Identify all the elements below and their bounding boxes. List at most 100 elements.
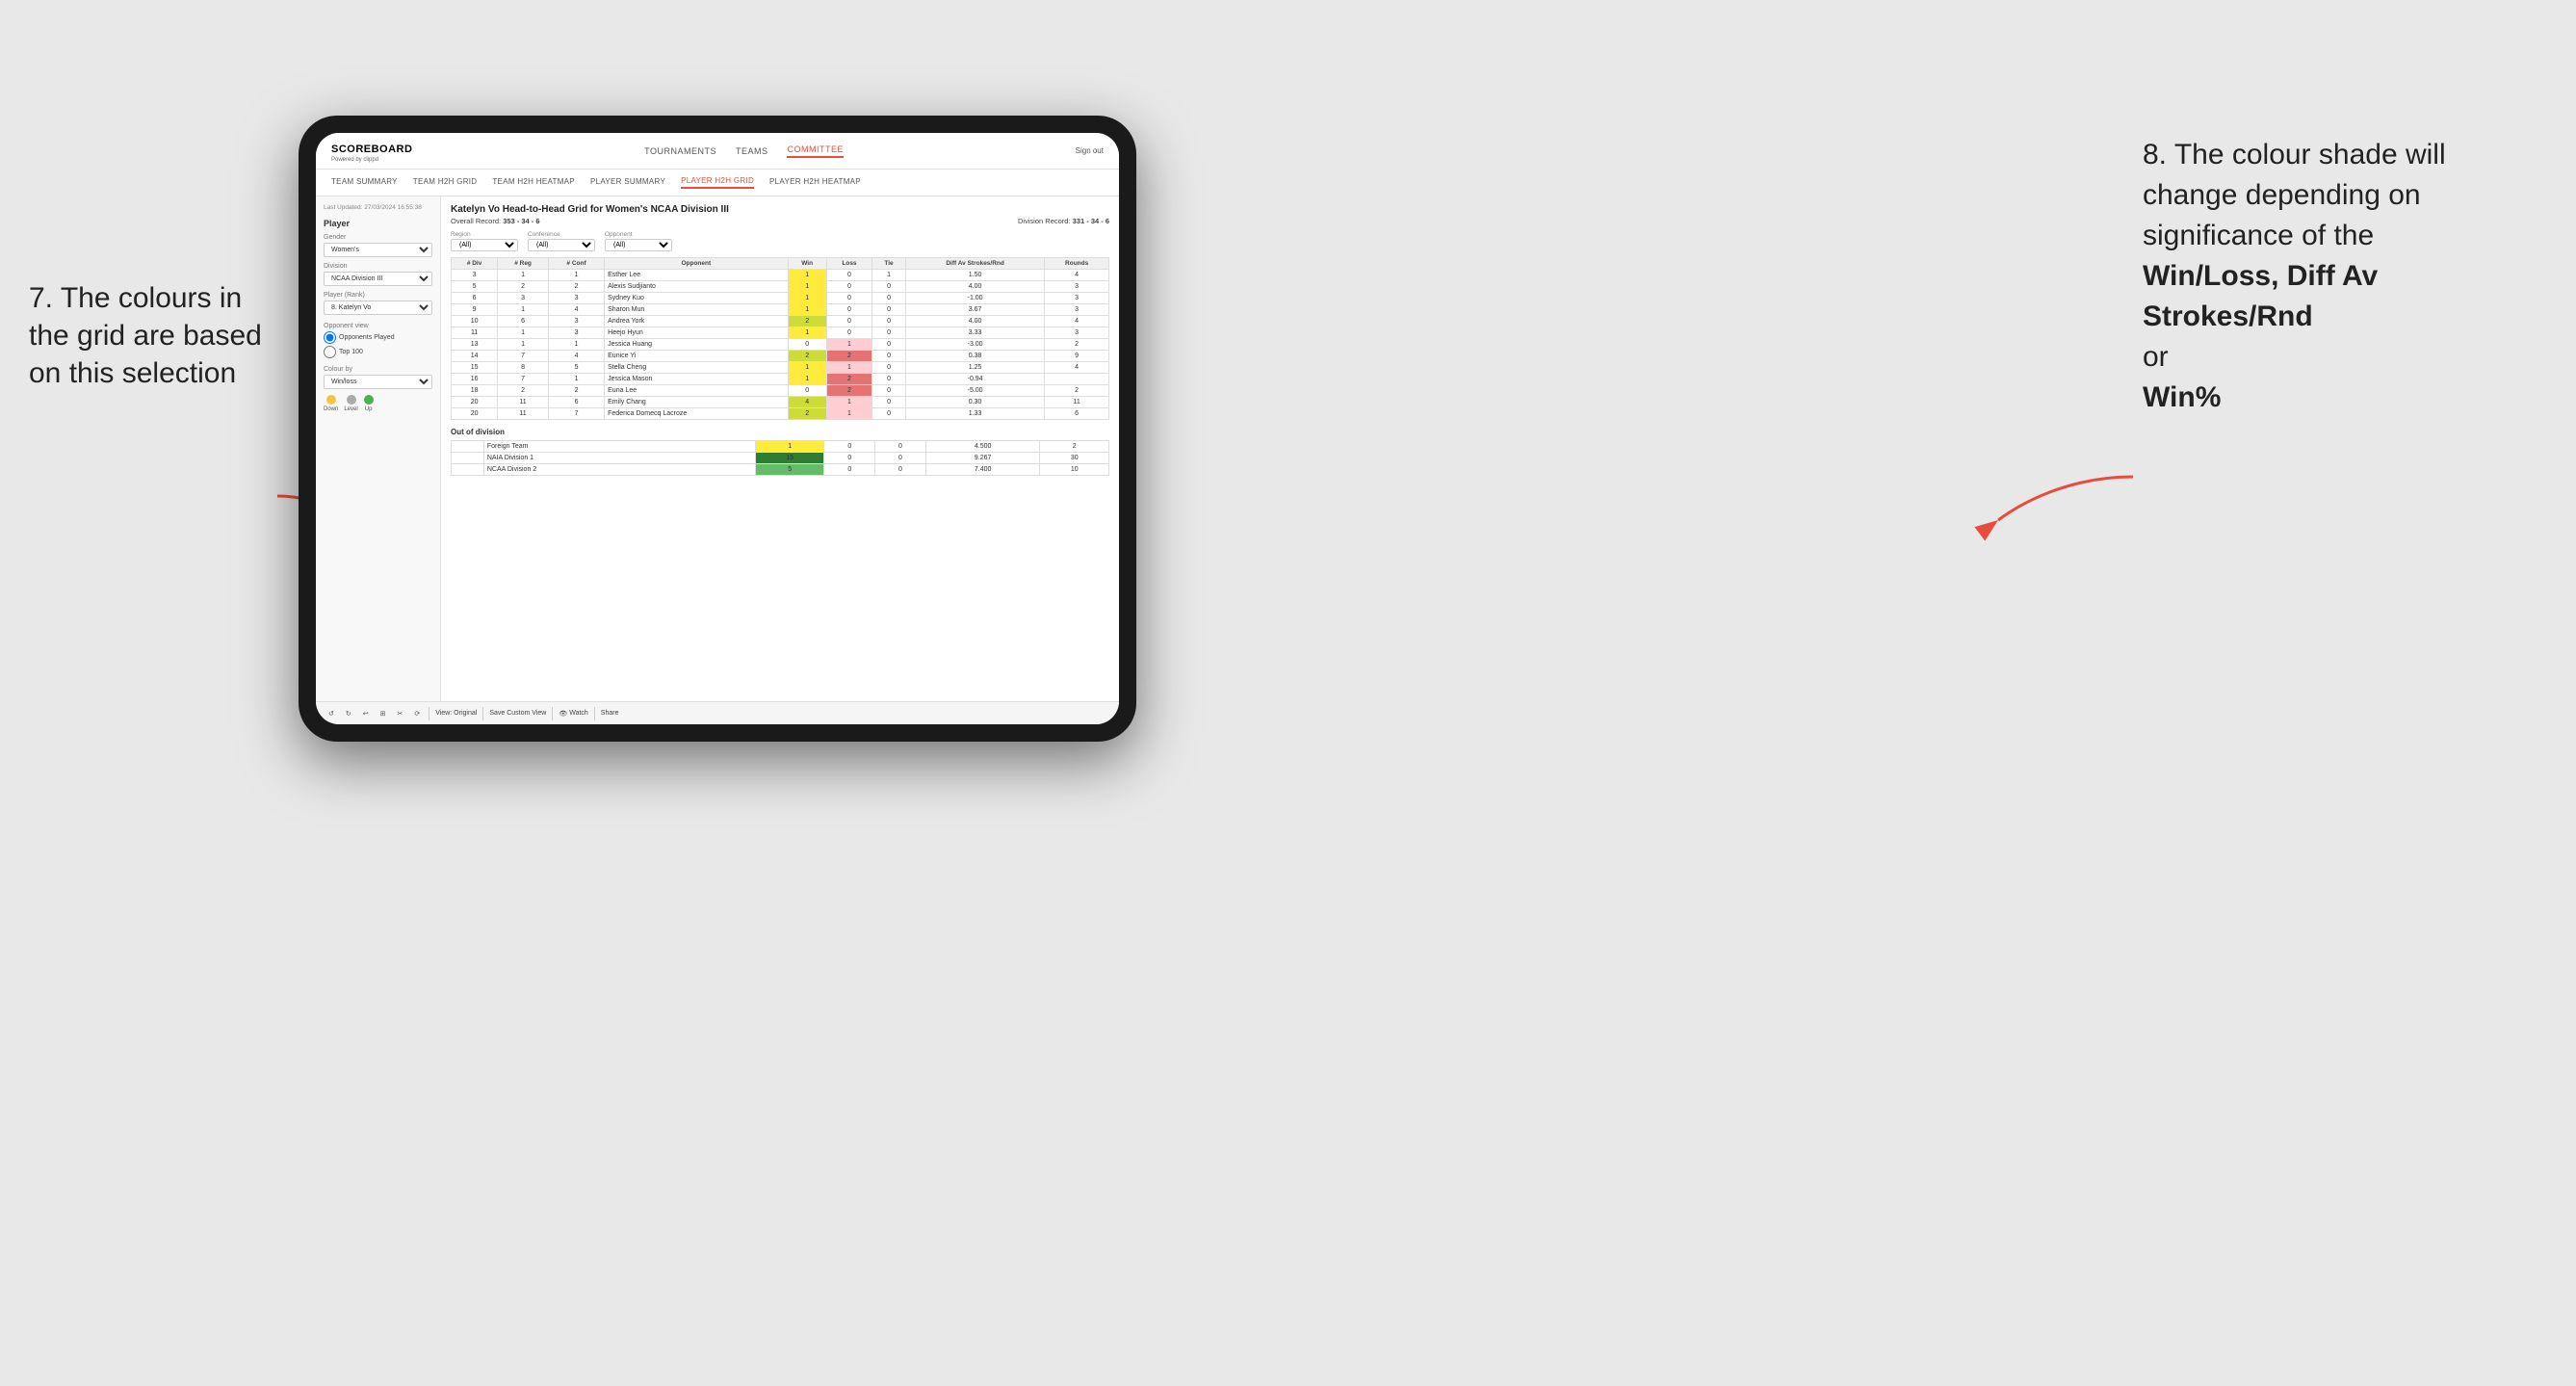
table-row: 15 8 5 Stella Cheng 1 1 0 1.25 4 — [452, 362, 1109, 374]
logo-sub: Powered by clippd — [331, 157, 412, 163]
cell-loss: 1 — [826, 339, 872, 351]
cell-tie: 0 — [872, 316, 906, 327]
cell-loss: 0 — [824, 464, 875, 476]
cell-loss: 0 — [824, 453, 875, 464]
cell-reg: 3 — [498, 293, 549, 304]
annotation-or: or — [2143, 341, 2169, 373]
cell-opponent: Emily Chang — [605, 397, 788, 408]
sign-out-button[interactable]: Sign out — [1076, 146, 1104, 155]
cell-win: 0 — [788, 385, 826, 397]
cell-rounds: 3 — [1045, 281, 1109, 293]
region-filter-select[interactable]: (All) — [451, 239, 518, 251]
toolbar-divider-3 — [552, 707, 553, 720]
cell-win: 0 — [788, 339, 826, 351]
back-button[interactable]: ↩ — [360, 709, 372, 719]
opponent-filter-select[interactable]: (All) — [605, 239, 672, 251]
share-button[interactable]: Share — [601, 710, 619, 717]
col-div: # Div — [452, 258, 498, 270]
nav-teams[interactable]: TEAMS — [736, 146, 768, 156]
radio-top100[interactable]: Top 100 — [324, 346, 432, 358]
cell-opponent: Federica Domecq Lacroze — [605, 408, 788, 420]
redo-button[interactable]: ↻ — [343, 709, 354, 719]
refresh-button[interactable]: ⟳ — [411, 709, 423, 719]
sub-nav-team-h2h-heatmap[interactable]: TEAM H2H HEATMAP — [492, 177, 575, 188]
sub-nav-player-h2h-heatmap[interactable]: PLAYER H2H HEATMAP — [769, 177, 861, 188]
nav-tournaments[interactable]: TOURNAMENTS — [644, 146, 716, 156]
copy-button[interactable]: ⊞ — [377, 709, 389, 719]
cell-conf: 4 — [548, 304, 604, 316]
cell-div: 20 — [452, 408, 498, 420]
cell-win: 1 — [788, 362, 826, 374]
table-row: 20 11 7 Federica Domecq Lacroze 2 1 0 1.… — [452, 408, 1109, 420]
h2h-grid-table: # Div # Reg # Conf Opponent Win Loss Tie… — [451, 257, 1109, 420]
cell-div: 18 — [452, 385, 498, 397]
undo-button[interactable]: ↺ — [325, 709, 337, 719]
legend-label-level: Level — [344, 406, 357, 412]
cell-tie: 0 — [872, 293, 906, 304]
colour-by-section: Colour by Win/loss — [324, 366, 432, 389]
view-original-button[interactable]: View: Original — [435, 710, 477, 717]
cell-opponent: NCAA Division 2 — [483, 464, 755, 476]
cell-tie: 0 — [872, 385, 906, 397]
table-row: 6 3 3 Sydney Kuo 1 0 0 -1.00 3 — [452, 293, 1109, 304]
sub-nav-team-summary[interactable]: TEAM SUMMARY — [331, 177, 398, 188]
cell-conf: 4 — [548, 351, 604, 362]
cell-div: 16 — [452, 374, 498, 385]
cell-conf: 3 — [548, 327, 604, 339]
cell-div: 6 — [452, 293, 498, 304]
sidebar-player-title: Player — [324, 219, 432, 228]
cell-win: 1 — [788, 293, 826, 304]
colour-by-select[interactable]: Win/loss — [324, 375, 432, 389]
cell-rounds: 11 — [1045, 397, 1109, 408]
filter-opponent: Opponent (All) — [605, 231, 672, 251]
paste-button[interactable]: ✂ — [395, 709, 406, 719]
cell-div: 9 — [452, 304, 498, 316]
cell-opponent: Sharon Mun — [605, 304, 788, 316]
cell-tie: 0 — [875, 453, 926, 464]
logo-text: SCOREBOARD — [331, 144, 412, 155]
cell-opponent: Heejo Hyun — [605, 327, 788, 339]
cell-tie: 0 — [872, 304, 906, 316]
opponent-view-section: Opponent view Opponents Played Top 100 — [324, 323, 432, 358]
cell-conf: 7 — [548, 408, 604, 420]
colour-by-label: Colour by — [324, 366, 432, 373]
cell-loss: 1 — [826, 362, 872, 374]
cell-reg: 8 — [498, 362, 549, 374]
radio-opponents-played[interactable]: Opponents Played — [324, 331, 432, 344]
toolbar-divider-4 — [594, 707, 595, 720]
cell-reg: 7 — [498, 374, 549, 385]
cell-win: 1 — [788, 281, 826, 293]
watch-button[interactable]: 👁 Watch — [559, 710, 587, 718]
cell-conf: 2 — [548, 281, 604, 293]
sub-nav-player-h2h-grid[interactable]: PLAYER H2H GRID — [681, 176, 754, 189]
gender-select[interactable]: Women's — [324, 243, 432, 257]
save-custom-view-button[interactable]: Save Custom View — [489, 710, 546, 717]
sub-nav-team-h2h-grid[interactable]: TEAM H2H GRID — [413, 177, 478, 188]
sub-nav-player-summary[interactable]: PLAYER SUMMARY — [590, 177, 665, 188]
cell-reg: 11 — [498, 397, 549, 408]
cell-tie: 0 — [872, 374, 906, 385]
cell-diff: -5.00 — [905, 385, 1044, 397]
cell-win: 2 — [788, 408, 826, 420]
cell-empty — [452, 464, 484, 476]
cell-tie: 0 — [872, 362, 906, 374]
cell-loss: 2 — [826, 374, 872, 385]
cell-rounds: 30 — [1040, 453, 1109, 464]
out-of-division-title: Out of division — [451, 428, 1109, 436]
logo-area: SCOREBOARD Powered by clippd — [331, 140, 412, 163]
division-select[interactable]: NCAA Division III — [324, 272, 432, 286]
cell-win: 5 — [755, 464, 824, 476]
player-rank-select[interactable]: 8. Katelyn Vo — [324, 301, 432, 315]
out-table-row: Foreign Team 1 0 0 4.500 2 — [452, 441, 1109, 453]
cell-div: 10 — [452, 316, 498, 327]
player-rank-label: Player (Rank) — [324, 292, 432, 299]
table-row: 14 7 4 Eunice Yi 2 2 0 0.38 9 — [452, 351, 1109, 362]
cell-rounds: 6 — [1045, 408, 1109, 420]
sidebar-timestamp: Last Updated: 27/03/2024 16:55:38 — [324, 204, 432, 211]
cell-reg: 1 — [498, 327, 549, 339]
cell-win: 1 — [788, 374, 826, 385]
cell-rounds — [1045, 374, 1109, 385]
cell-opponent: NAIA Division 1 — [483, 453, 755, 464]
conference-filter-select[interactable]: (All) — [528, 239, 595, 251]
nav-committee[interactable]: COMMITTEE — [787, 144, 844, 158]
